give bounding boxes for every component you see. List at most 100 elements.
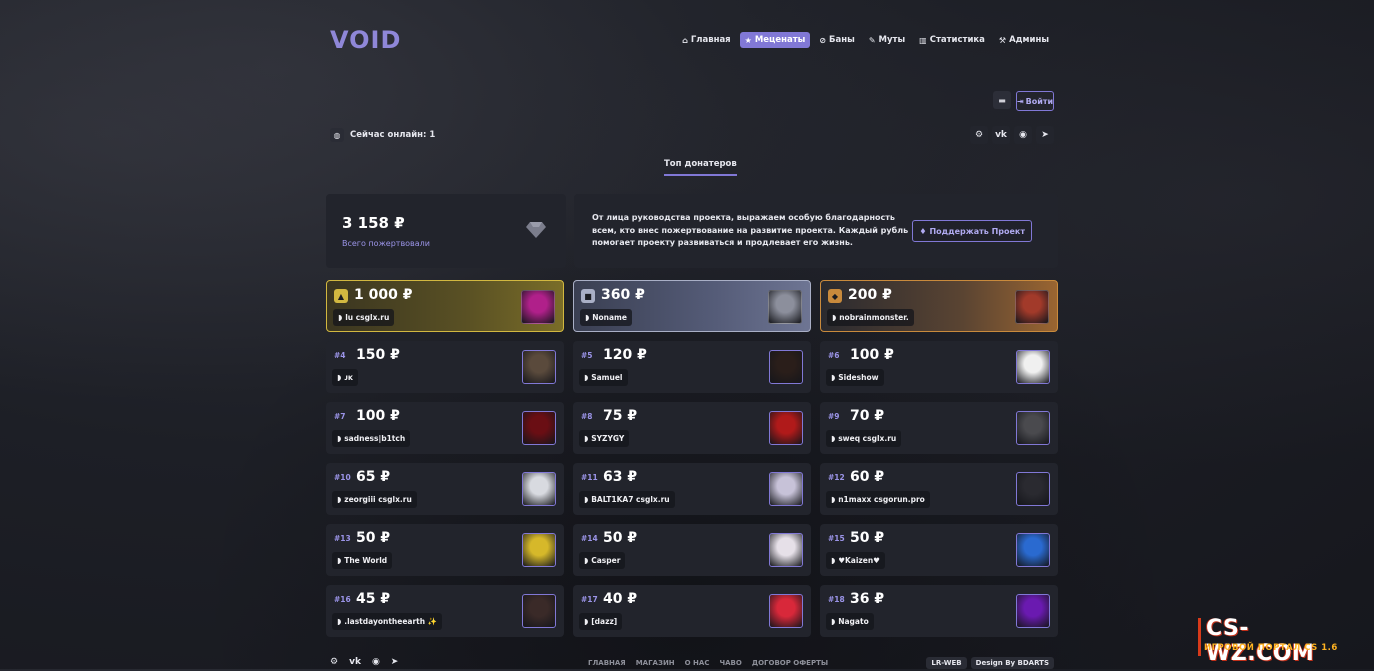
nav-home[interactable]: ⌂ Главная bbox=[677, 32, 736, 48]
donor-name-badge[interactable]: ◗ lu csglx.ru bbox=[333, 309, 395, 326]
donor-name-badge[interactable]: ◗ Nagato bbox=[826, 613, 874, 630]
login-button[interactable]: ⇥ Войти bbox=[1016, 91, 1054, 111]
donor-name: nobrainmonster. bbox=[839, 313, 909, 322]
nav-admins[interactable]: ⚒ Админы bbox=[994, 32, 1054, 48]
donor-card[interactable]: #7 100 ₽ ◗ sadness|b1tch bbox=[326, 402, 564, 454]
donor-rank: #10 bbox=[334, 473, 351, 482]
donor-name-badge[interactable]: ◗ sadness|b1tch bbox=[332, 430, 411, 447]
donor-rank: #14 bbox=[581, 534, 598, 543]
donor-card[interactable]: #10 65 ₽ ◗ zeorgiii csglx.ru bbox=[326, 463, 564, 515]
avatar[interactable] bbox=[768, 290, 802, 324]
avatar[interactable] bbox=[769, 533, 803, 567]
footer-link-offer[interactable]: ДОГОВОР ОФЕРТЫ bbox=[752, 659, 828, 667]
donor-card[interactable]: #15 50 ₽ ◗ ♥Kaizen♥ bbox=[820, 524, 1058, 576]
nav-patrons-label: Меценаты bbox=[754, 35, 806, 45]
vk-icon[interactable]: vk bbox=[349, 657, 361, 667]
avatar[interactable] bbox=[769, 411, 803, 445]
donor-name-badge[interactable]: ◗ The World bbox=[332, 552, 393, 569]
nav-bans[interactable]: ⊘ Баны bbox=[814, 32, 859, 48]
donor-card[interactable]: ◆ 200 ₽ ◗ nobrainmonster. bbox=[820, 280, 1058, 332]
avatar[interactable] bbox=[522, 472, 556, 506]
donor-name-badge[interactable]: ◗ ᴊᴋ bbox=[332, 369, 358, 386]
donor-name-badge[interactable]: ◗ BALT1KA7 csglx.ru bbox=[579, 491, 675, 508]
avatar[interactable] bbox=[522, 350, 556, 384]
nav-patrons[interactable]: ★ Меценаты bbox=[739, 32, 811, 48]
language-button[interactable]: ▬ bbox=[993, 91, 1011, 109]
donor-card[interactable]: #12 60 ₽ ◗ n1maxx csgorun.pro bbox=[820, 463, 1058, 515]
donor-name-badge[interactable]: ◗ .lastdayontheearth ✨ bbox=[332, 613, 443, 630]
footer-link-shop[interactable]: МАГАЗИН bbox=[636, 659, 675, 667]
donor-name-badge[interactable]: ◗ Noname bbox=[580, 309, 632, 326]
donor-name: Sideshow bbox=[838, 373, 879, 382]
footer-link-faq[interactable]: ЧАВО bbox=[719, 659, 741, 667]
discord-icon[interactable]: ◉ bbox=[372, 657, 380, 667]
avatar[interactable] bbox=[769, 472, 803, 506]
donor-amount: 360 ₽ bbox=[601, 287, 645, 303]
donor-card[interactable]: #11 63 ₽ ◗ BALT1KA7 csglx.ru bbox=[573, 463, 811, 515]
donor-name: Noname bbox=[592, 313, 627, 322]
donor-card[interactable]: #5 120 ₽ ◗ Samuel bbox=[573, 341, 811, 393]
donor-name-badge[interactable]: ◗ Casper bbox=[579, 552, 626, 569]
avatar[interactable] bbox=[769, 594, 803, 628]
home-icon: ⌂ bbox=[682, 35, 688, 45]
donor-name: Casper bbox=[591, 556, 621, 565]
donor-name-badge[interactable]: ◗ ♥Kaizen♥ bbox=[826, 552, 885, 569]
footer-badges: LR-WEB Design By BDARTS bbox=[926, 657, 1054, 669]
donor-name-badge[interactable]: ◗ [dazz] bbox=[579, 613, 623, 630]
donor-card[interactable]: #17 40 ₽ ◗ [dazz] bbox=[573, 585, 811, 637]
avatar[interactable] bbox=[1016, 350, 1050, 384]
donor-card[interactable]: #4 150 ₽ ◗ ᴊᴋ bbox=[326, 341, 564, 393]
steam-icon[interactable]: ⚙ bbox=[330, 657, 338, 667]
avatar[interactable] bbox=[1015, 290, 1049, 324]
site-logo[interactable]: VOID bbox=[330, 26, 401, 54]
donor-amount: 150 ₽ bbox=[356, 347, 400, 363]
avatar[interactable] bbox=[1016, 533, 1050, 567]
donor-name: The World bbox=[344, 556, 388, 565]
vk-icon[interactable]: vk bbox=[992, 126, 1010, 144]
nav-mutes[interactable]: ✎ Муты bbox=[864, 32, 910, 48]
donor-card[interactable]: ■ 360 ₽ ◗ Noname bbox=[573, 280, 811, 332]
avatar[interactable] bbox=[522, 411, 556, 445]
donor-card[interactable]: #18 36 ₽ ◗ Nagato bbox=[820, 585, 1058, 637]
design-credit-badge[interactable]: Design By BDARTS bbox=[970, 657, 1054, 669]
donor-card[interactable]: #9 70 ₽ ◗ sweq csglx.ru bbox=[820, 402, 1058, 454]
donor-rank: #7 bbox=[334, 412, 346, 421]
donor-name-badge[interactable]: ◗ Sideshow bbox=[826, 369, 884, 386]
footer-link-home[interactable]: ГЛАВНАЯ bbox=[588, 659, 626, 667]
discord-icon[interactable]: ◉ bbox=[1014, 126, 1032, 144]
donor-name-badge[interactable]: ◗ nobrainmonster. bbox=[827, 309, 914, 326]
avatar[interactable] bbox=[522, 533, 556, 567]
tab-top-donors[interactable]: Топ донатеров bbox=[664, 159, 737, 176]
avatar[interactable] bbox=[1016, 411, 1050, 445]
donor-name-badge[interactable]: ◗ zeorgiii csglx.ru bbox=[332, 491, 417, 508]
avatar[interactable] bbox=[1016, 594, 1050, 628]
donor-name-badge[interactable]: ◗ n1maxx csgorun.pro bbox=[826, 491, 930, 508]
footer-link-about[interactable]: О НАС bbox=[685, 659, 710, 667]
avatar[interactable] bbox=[522, 594, 556, 628]
donor-card[interactable]: #8 75 ₽ ◗ SYZYGY bbox=[573, 402, 811, 454]
donor-name-badge[interactable]: ◗ sweq csglx.ru bbox=[826, 430, 902, 447]
medal-icon: ◆ bbox=[828, 289, 842, 303]
support-project-button[interactable]: ♦ Поддержать Проект bbox=[912, 220, 1032, 242]
user-icon: ◗ bbox=[831, 495, 836, 504]
avatar[interactable] bbox=[769, 350, 803, 384]
donor-amount: 70 ₽ bbox=[850, 408, 885, 424]
donor-card[interactable]: #16 45 ₽ ◗ .lastdayontheearth ✨ bbox=[326, 585, 564, 637]
lr-web-badge[interactable]: LR-WEB bbox=[926, 657, 967, 669]
avatar[interactable] bbox=[521, 290, 555, 324]
nav-stats[interactable]: ▥ Статистика bbox=[914, 32, 990, 48]
donor-card[interactable]: #13 50 ₽ ◗ The World bbox=[326, 524, 564, 576]
donor-card[interactable]: #14 50 ₽ ◗ Casper bbox=[573, 524, 811, 576]
donor-card[interactable]: #6 100 ₽ ◗ Sideshow bbox=[820, 341, 1058, 393]
donor-name-badge[interactable]: ◗ Samuel bbox=[579, 369, 628, 386]
nav-home-label: Главная bbox=[690, 35, 731, 45]
telegram-icon[interactable]: ➤ bbox=[1036, 126, 1054, 144]
user-icon: ◗ bbox=[584, 617, 589, 626]
avatar[interactable] bbox=[1016, 472, 1050, 506]
donor-card[interactable]: ▲ 1 000 ₽ ◗ lu csglx.ru bbox=[326, 280, 564, 332]
steam-icon[interactable]: ⚙ bbox=[970, 126, 988, 144]
user-icon: ◗ bbox=[831, 617, 836, 626]
donor-name-badge[interactable]: ◗ SYZYGY bbox=[579, 430, 630, 447]
login-label: Войти bbox=[1025, 96, 1054, 106]
telegram-icon[interactable]: ➤ bbox=[391, 657, 399, 667]
